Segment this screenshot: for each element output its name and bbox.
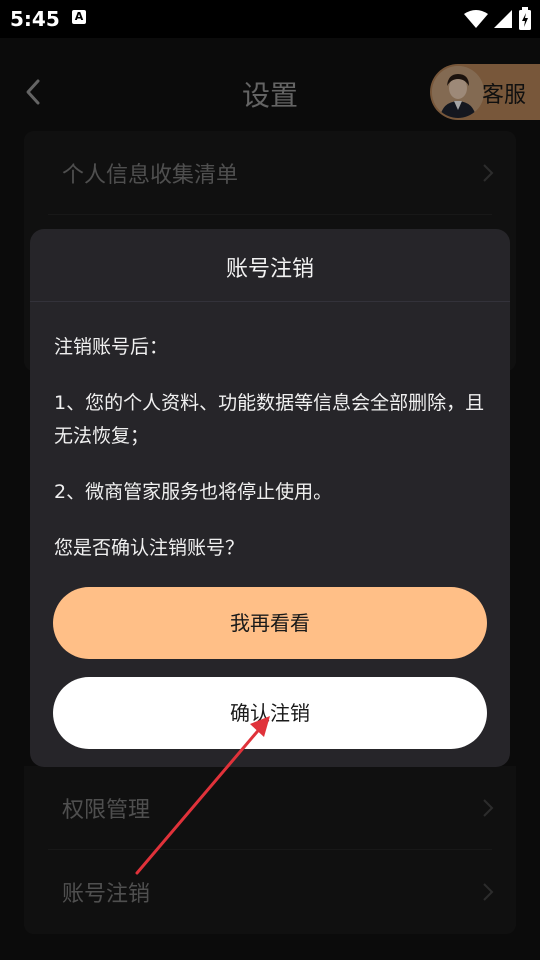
divider: [30, 301, 510, 302]
battery-icon: [519, 7, 531, 30]
confirm-deletion-button[interactable]: 确认注销: [53, 677, 487, 749]
status-bar: 5:45 A: [0, 0, 540, 38]
account-deletion-dialog: 账号注销 注销账号后： 1、您的个人资料、功能数据等信息会全部删除，且无法恢复；…: [30, 229, 510, 767]
dialog-text: 1、您的个人资料、功能数据等信息会全部删除，且无法恢复；: [54, 392, 485, 447]
notification-badge-icon: A: [72, 10, 86, 24]
wifi-icon: [463, 10, 488, 28]
dialog-text: 您是否确认注销账号？: [54, 537, 245, 559]
signal-icon: [493, 10, 512, 28]
status-icons: [463, 7, 532, 30]
dialog-text: 2、微商管家服务也将停止使用。: [54, 481, 333, 503]
screen: 5:45 A 设置 客服 个人信息收集清单 权限管理 账号注销 账号注销 注销账…: [0, 0, 540, 960]
cancel-button[interactable]: 我再看看: [53, 587, 487, 659]
status-time: 5:45: [10, 7, 60, 31]
dialog-body: 注销账号后： 1、您的个人资料、功能数据等信息会全部删除，且无法恢复； 2、微商…: [54, 331, 486, 588]
dialog-title: 账号注销: [225, 257, 314, 282]
dialog-text: 注销账号后：: [54, 336, 169, 358]
